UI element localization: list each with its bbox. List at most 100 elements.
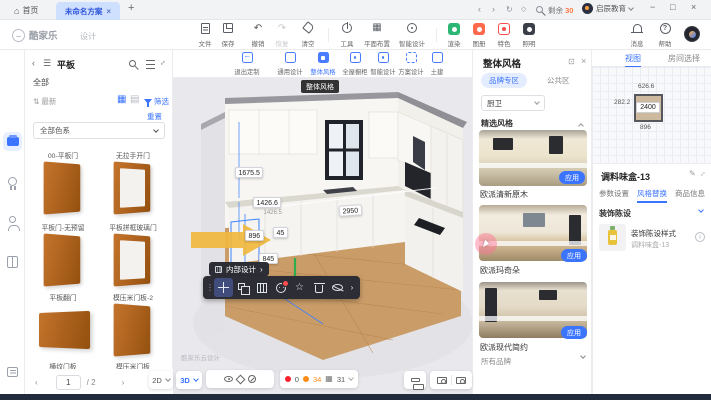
grid-view-icon[interactable]: ▦	[117, 95, 126, 105]
edit-icon[interactable]: ✎	[689, 169, 696, 178]
smart-design-button[interactable]: 智能设计	[396, 23, 428, 48]
sidebar-item-list[interactable]	[3, 362, 22, 381]
dimension-label[interactable]: 45	[273, 227, 288, 238]
design-menu[interactable]: 设计	[80, 31, 96, 42]
save-button[interactable]: 保存	[215, 23, 241, 48]
decor-row-title[interactable]: 装饰陈设样式	[631, 228, 676, 239]
delete-button[interactable]	[309, 278, 328, 297]
sort-control[interactable]: ⇅ 最新	[33, 96, 56, 107]
apply-button[interactable]: 应用	[561, 326, 587, 339]
redo-button[interactable]: ↷ 恢复	[269, 23, 295, 48]
featured-button[interactable]: 特色	[491, 23, 517, 48]
category-list-icon[interactable]: ☰	[43, 58, 51, 69]
sidebar-item-my[interactable]	[3, 212, 22, 231]
hide-button[interactable]	[328, 278, 347, 297]
back-icon[interactable]: ‹	[478, 4, 481, 15]
cube-icon[interactable]	[236, 374, 246, 384]
view-3d-button[interactable]: 3D	[176, 371, 202, 389]
clear-button[interactable]: 清空	[295, 23, 321, 48]
overall-style-button[interactable]: 整体风格	[306, 52, 340, 76]
new-tab-button[interactable]: +	[128, 2, 134, 14]
expand-icon[interactable]: ↕	[698, 169, 707, 178]
exit-custom-button[interactable]: 退出定制	[230, 52, 264, 76]
account-menu[interactable]: 启辰教育	[582, 3, 633, 14]
tab-brand-zone[interactable]: 品牌专区	[481, 73, 527, 88]
design-canvas[interactable]: 退出定制 通用设计 整体风格 全屋橱柜 智能设计 方案设计 土建 整体风格	[173, 50, 472, 395]
filter-button[interactable]: 筛选	[144, 96, 169, 107]
camera-icon[interactable]	[437, 377, 447, 384]
help-button[interactable]: ? 帮助	[652, 23, 678, 48]
user-avatar[interactable]	[684, 26, 700, 42]
tab-room-select[interactable]: 房间选择	[668, 53, 700, 64]
context-breadcrumb[interactable]: 内部设计›	[209, 262, 269, 276]
catalog-item[interactable]: 平板拼框玻璃门	[100, 222, 166, 285]
tab-parameters[interactable]: 参数设置	[599, 188, 629, 199]
color-filter-dropdown[interactable]: 全部色系	[33, 122, 165, 139]
dimension-label[interactable]: 1426.6	[253, 197, 281, 208]
tab-active-plan[interactable]: 未命名方案 ×	[56, 2, 120, 20]
sidebar-item-brand[interactable]	[3, 172, 22, 191]
drag-handle[interactable]: ⋮	[206, 278, 214, 297]
layers-button[interactable]	[404, 371, 426, 389]
tab-public-zone[interactable]: 公共区	[539, 73, 578, 88]
expand-icon[interactable]: ↕	[158, 58, 167, 67]
sidebar-item-materials[interactable]	[3, 132, 22, 151]
catalog-item[interactable]: 模压米门板-2	[100, 292, 166, 355]
shield-icon[interactable]: ◇	[521, 4, 526, 15]
list-view-icon[interactable]: ▤	[130, 95, 139, 105]
catalog-item[interactable]: 无拉手开门	[100, 150, 166, 213]
tab-view[interactable]: 视图	[625, 53, 641, 68]
general-design-button[interactable]: 通用设计	[273, 52, 307, 76]
brand-logo[interactable]: 酷家乐	[12, 28, 58, 42]
search-icon[interactable]	[129, 60, 136, 69]
warnings-bar[interactable]: 0 34 ▦31	[280, 370, 358, 388]
page-number[interactable]: 1	[56, 375, 81, 390]
tab-product-info[interactable]: 商品信息	[675, 188, 705, 199]
catalog-item[interactable]: 00-平板门	[30, 150, 96, 213]
info-icon[interactable]: i	[695, 232, 705, 242]
search-icon[interactable]	[536, 6, 543, 15]
apply-button[interactable]: 应用	[559, 171, 585, 184]
decor-thumbnail[interactable]	[599, 224, 626, 251]
brand-filter-footer[interactable]: 所有品牌	[481, 356, 585, 367]
dimension-label[interactable]: 1675.5	[235, 167, 263, 178]
visibility-icon[interactable]	[224, 376, 233, 382]
lighting-button[interactable]: 照明	[516, 23, 542, 48]
close-tab-icon[interactable]: ×	[106, 7, 111, 16]
mini-floorplan-viewport[interactable]: 626.6 282.2 2400 896	[592, 67, 711, 163]
move-button[interactable]	[214, 278, 233, 297]
more-tools-icon[interactable]: ›	[347, 278, 357, 297]
reset-button[interactable]: 重置	[147, 111, 162, 122]
construction-button[interactable]: 土建	[420, 52, 454, 76]
ai-assistant-button[interactable]	[271, 278, 290, 297]
messages-button[interactable]: 消息	[624, 23, 650, 48]
home-tab[interactable]: ⌂ 首页	[14, 3, 38, 18]
camera-settings-icon[interactable]	[456, 377, 466, 384]
forward-icon[interactable]: ›	[492, 4, 495, 15]
refresh-icon[interactable]: ↻	[506, 4, 513, 15]
next-page-icon[interactable]: ›	[122, 378, 125, 387]
render-button[interactable]: 渲染	[441, 23, 467, 48]
catalog-item[interactable]: 平板翻门	[30, 292, 96, 348]
close-panel-icon[interactable]: ×	[581, 56, 586, 66]
prev-page-icon[interactable]: ‹	[35, 378, 38, 387]
kitchen-3d-scene[interactable]	[173, 78, 472, 395]
maximize-window-icon[interactable]: □	[670, 2, 675, 12]
album-button[interactable]: 图册	[466, 23, 492, 48]
view-2d-button[interactable]: 2D	[149, 371, 173, 389]
undo-button[interactable]: ↶ 撤销	[245, 23, 271, 48]
collapse-icon[interactable]	[578, 123, 584, 129]
close-window-icon[interactable]: ×	[691, 2, 696, 12]
compass-icon[interactable]	[248, 375, 256, 383]
sidebar-item-wardrobe[interactable]	[3, 252, 22, 271]
dimension-label[interactable]: 2950	[339, 204, 362, 217]
apply-button[interactable]: 应用	[561, 249, 587, 262]
favorite-button[interactable]: ☆	[290, 278, 309, 297]
back-icon[interactable]: ‹	[32, 58, 35, 68]
sliders-icon[interactable]	[146, 60, 155, 69]
cabinet-edit-button[interactable]	[252, 278, 271, 297]
pin-icon[interactable]: ⊡	[568, 57, 575, 66]
tools-button[interactable]: 工具	[334, 23, 360, 48]
category-dropdown[interactable]: 厨卫	[481, 95, 545, 111]
minimize-window-icon[interactable]: −	[650, 2, 655, 12]
